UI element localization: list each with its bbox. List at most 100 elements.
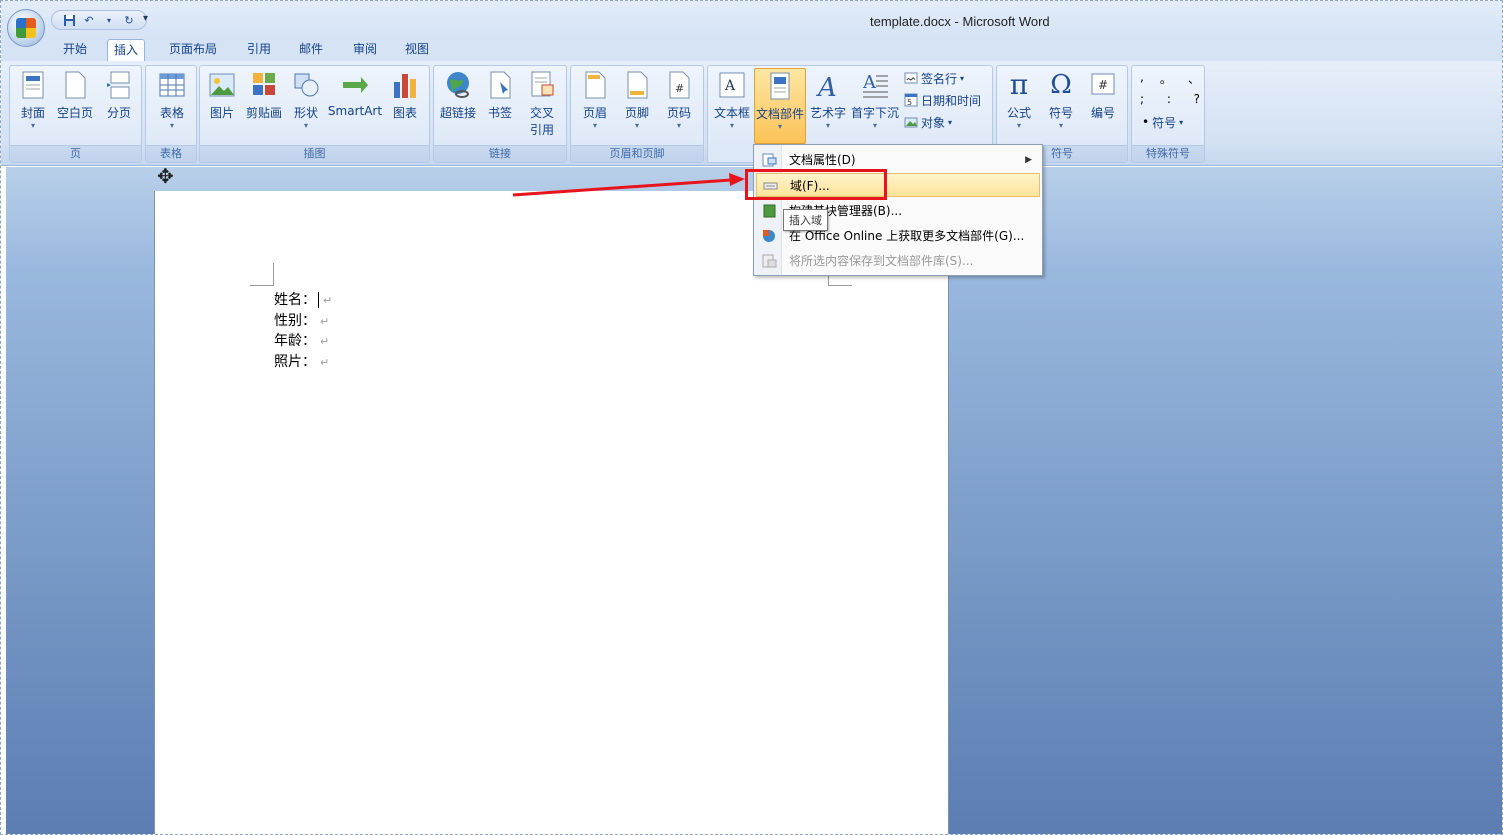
paragraph-mark-icon: ↵ [320,315,330,328]
equation-button[interactable]: π 公式 ▾ [1001,68,1037,131]
symbol-label: 符号 [1048,106,1073,120]
page-break-button[interactable]: 分页 [100,68,138,121]
tab-review[interactable]: 审阅 [347,39,383,61]
quick-parts-button[interactable]: 文档部件 ▾ [754,68,806,144]
group-pages-label: 页 [10,145,141,162]
cover-page-button[interactable]: 封面 ▾ [14,68,52,131]
wordart-button[interactable]: A 艺术字 ▾ [808,68,848,131]
object-button[interactable]: 对象 ▾ [904,112,952,132]
svg-text:#: # [675,82,684,95]
special-symbol-enum-comma[interactable]: 、 [1188,70,1200,87]
dropdown-arrow-icon: ▾ [729,121,734,130]
office-online-icon [763,230,775,242]
clipart-button[interactable]: 剪贴画 [242,68,286,121]
special-symbol-comma[interactable]: , [1140,70,1144,87]
quick-access-toolbar: ↶ ▾ ↻ [51,10,147,30]
footer-button[interactable]: 页脚 ▾ [619,68,655,131]
wordart-icon: A [816,73,837,100]
svg-text:A: A [724,78,736,94]
special-symbols-row-1: , 。 、 [1140,70,1200,87]
group-special-symbols: , 。 、 ; : ? • 符号 ▾ 特殊符号 [1131,65,1205,163]
word-window: template.docx - Microsoft Word ↶ ▾ ↻ ▾ 开… [0,0,1503,835]
omega-icon: Ω [1050,70,1072,100]
tab-page-layout[interactable]: 页面布局 [163,39,223,61]
smartart-icon [343,77,368,93]
hyperlink-button[interactable]: 超链接 [438,68,478,121]
dropdown-arrow-icon[interactable]: ▾ [102,13,116,27]
document-page[interactable] [154,191,949,834]
svg-text:A: A [816,73,837,100]
page-number-icon: # [669,71,690,99]
page-break-label: 分页 [106,106,131,120]
numbering-label: 编号 [1090,106,1115,120]
table-button[interactable]: 表格 ▾ [152,68,192,131]
special-symbol-more-button[interactable]: • 符号 ▾ [1142,112,1183,132]
tab-references[interactable]: 引用 [241,39,277,61]
header-icon [585,71,606,99]
picture-button[interactable]: 图片 [204,68,240,121]
special-symbol-colon[interactable]: : [1167,92,1171,106]
shapes-button[interactable]: 形状 ▾ [288,68,324,131]
dropdown-arrow-icon: ▾ [634,121,639,130]
move-cursor-icon: ✥ [157,164,174,188]
globe-link-icon [447,72,469,98]
submenu-arrow-icon: ▶ [1025,155,1032,165]
textbox-label: 文本框 [713,106,750,120]
equation-label: 公式 [1006,106,1031,120]
cross-reference-button[interactable]: 交叉 引用 [522,68,562,138]
textbox-button[interactable]: A 文本框 ▾ [712,68,752,131]
chart-icon [394,74,416,98]
smartart-button[interactable]: SmartArt [326,68,384,118]
signature-line-button[interactable]: 签名行 ▾ [904,68,964,88]
redo-icon[interactable]: ↻ [122,13,136,27]
dropdown-arrow-icon: ▾ [169,121,174,130]
signature-line-label: 签名行 [921,71,958,86]
doc-line-age[interactable]: 年龄： ↵ [274,330,329,350]
header-button[interactable]: 页眉 ▾ [577,68,613,131]
doc-line-gender[interactable]: 性别： ↵ [274,310,329,330]
special-symbol-period[interactable]: 。 [1160,70,1172,87]
bookmark-button[interactable]: 书签 [482,68,518,121]
tab-mailings[interactable]: 邮件 [293,39,329,61]
save-icon[interactable] [62,13,76,27]
dropdown-arrow-icon: ▾ [303,121,308,130]
group-links-label: 链接 [434,145,566,162]
svg-text:5: 5 [907,98,912,107]
dropdown-arrow-icon: ▾ [948,117,953,127]
bookmark-label: 书签 [487,106,512,120]
doc-line-name[interactable]: 姓名： ↵ [274,289,332,309]
date-time-label: 日期和时间 [921,93,982,108]
wordart-label: 艺术字 [809,106,846,120]
group-pages: 封面 ▾ 空白页 分页 页 [9,65,142,163]
numbering-button[interactable]: # 编号 [1085,68,1121,121]
customize-qat-button[interactable]: ▾ [143,13,148,24]
dropdown-arrow-icon: ▾ [30,121,35,130]
group-links: 超链接 书签 交叉 引用 链接 [433,65,567,163]
table-label: 表格 [159,106,184,120]
svg-text:#: # [1098,78,1108,92]
tab-insert[interactable]: 插入 [107,39,146,61]
tab-home[interactable]: 开始 [57,39,93,61]
picture-icon [209,73,235,97]
drop-cap-button[interactable]: A 首字下沉 ▾ [850,68,900,131]
doc-line-photo[interactable]: 照片： ↵ [274,351,329,371]
crop-mark-top-left [250,263,274,286]
chart-button[interactable]: 图表 [386,68,424,121]
blank-page-button[interactable]: 空白页 [54,68,96,121]
group-tables-label: 表格 [146,145,196,162]
cover-page-label: 封面 [20,106,45,120]
date-time-button[interactable]: 5 日期和时间 [904,90,981,110]
page-number-button[interactable]: # 页码 ▾ [661,68,697,131]
ribbon-tabs: 开始 插入 页面布局 引用 邮件 审阅 视图 [1,37,1502,61]
symbol-button[interactable]: Ω 符号 ▾ [1043,68,1079,131]
number-icon: # [1091,73,1115,95]
tab-view[interactable]: 视图 [399,39,435,61]
dropdown-arrow-icon: ▾ [1016,121,1021,130]
dropdown-arrow-icon: ▾ [1058,121,1063,130]
office-button[interactable] [7,9,45,47]
calendar-icon: 5 [904,93,918,107]
textbox-icon: A [719,72,745,98]
undo-icon[interactable]: ↶ [82,13,96,27]
special-symbol-question[interactable]: ? [1194,92,1200,106]
special-symbol-semicolon[interactable]: ; [1140,92,1144,106]
